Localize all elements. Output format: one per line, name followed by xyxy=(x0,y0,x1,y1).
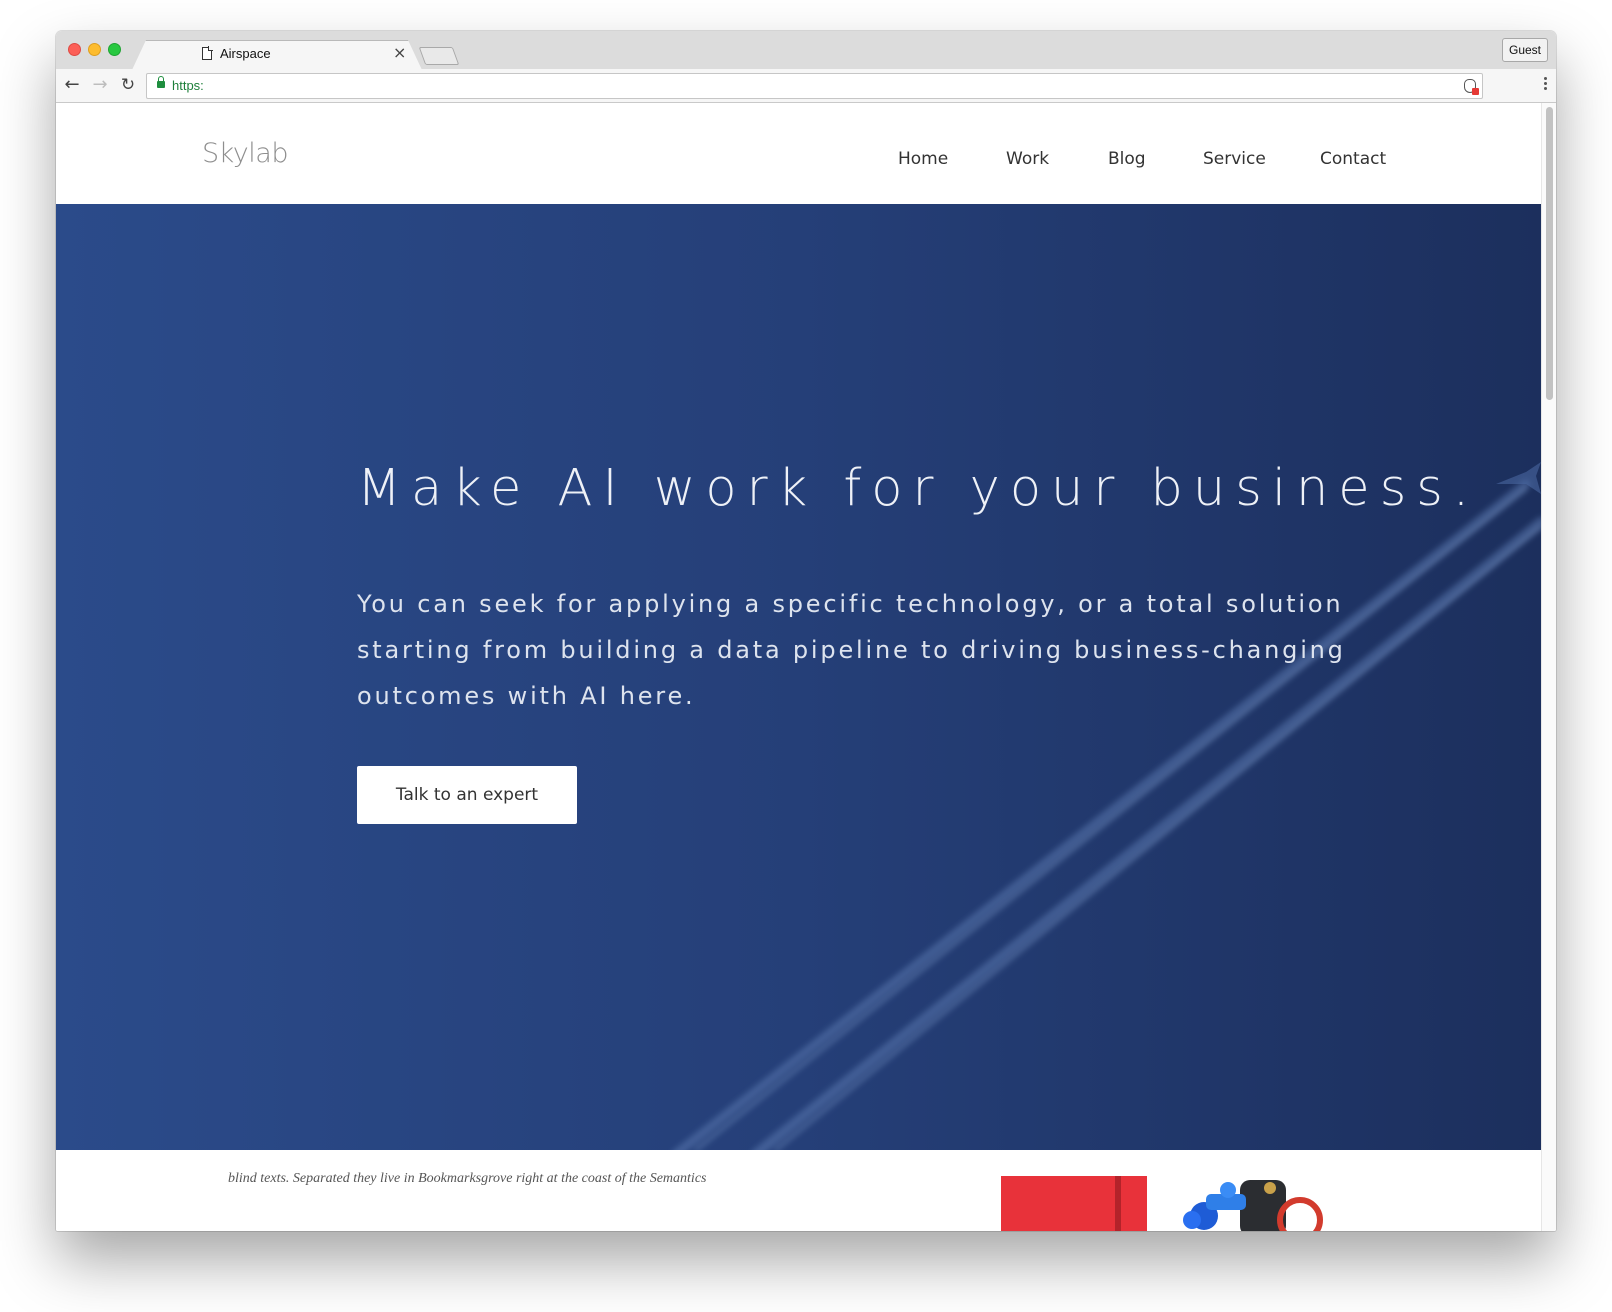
hero-description: You can seek for applying a specific tec… xyxy=(357,590,1346,710)
close-tab-icon[interactable]: × xyxy=(393,43,406,63)
shield-icon[interactable] xyxy=(1464,79,1479,95)
browser-tab-border xyxy=(132,40,422,70)
talk-to-expert-button[interactable]: Talk to an expert xyxy=(357,766,577,824)
close-window-button[interactable] xyxy=(68,43,81,56)
page-viewport: Skylab Home Work Blog Service Contact Ma… xyxy=(56,103,1556,1231)
hero-title: Make AI work for your business. xyxy=(357,459,1480,518)
site-logo[interactable]: Skylab xyxy=(202,138,288,169)
page-scrollbar[interactable] xyxy=(1541,103,1556,1231)
tab-title: Airspace xyxy=(220,46,271,61)
document-icon xyxy=(202,46,213,60)
address-bar[interactable]: https: xyxy=(146,73,1483,99)
minimize-window-button[interactable] xyxy=(88,43,101,56)
back-arrow-icon[interactable]: ← xyxy=(62,75,82,95)
section-text: blind texts. Separated they live in Book… xyxy=(228,1171,707,1186)
nav-blog[interactable]: Blog xyxy=(1108,149,1146,169)
hero-section: Make AI work for your business. You can … xyxy=(56,204,1541,1150)
gadget-image xyxy=(1183,1180,1323,1231)
browser-window: Airspace × Guest ← → ↻ https: Skylab Hom… xyxy=(56,31,1556,1231)
scrollbar-thumb[interactable] xyxy=(1546,107,1553,400)
forward-arrow-icon[interactable]: → xyxy=(90,75,110,95)
nav-home[interactable]: Home xyxy=(898,149,948,169)
reload-icon[interactable]: ↻ xyxy=(118,75,138,95)
nav-contact[interactable]: Contact xyxy=(1320,149,1386,169)
site-header: Skylab Home Work Blog Service Contact xyxy=(56,103,1541,204)
nav-work[interactable]: Work xyxy=(1006,149,1049,169)
nav-service[interactable]: Service xyxy=(1203,149,1266,169)
url-text: https: xyxy=(172,78,204,93)
red-notebook-image xyxy=(1001,1176,1147,1231)
lock-icon xyxy=(157,76,165,88)
tab-strip: Airspace × Guest xyxy=(56,31,1556,70)
content-section: blind texts. Separated they live in Book… xyxy=(56,1150,1541,1231)
guest-profile-button[interactable]: Guest xyxy=(1501,38,1548,62)
kebab-menu-icon[interactable] xyxy=(1544,75,1548,95)
browser-toolbar: ← → ↻ https: xyxy=(56,69,1556,103)
new-tab-button[interactable] xyxy=(418,47,460,65)
maximize-window-button[interactable] xyxy=(108,43,121,56)
